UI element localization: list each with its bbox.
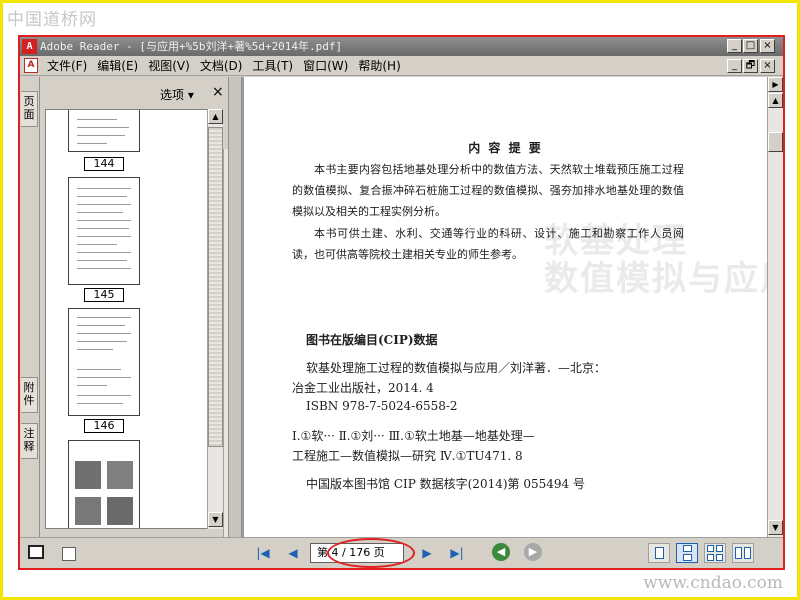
single-page-layout-icon[interactable] [648,543,670,563]
watermark-bottom: www.cndao.com [643,573,783,593]
tab-attachments[interactable]: 附件 [21,377,38,413]
pdf-page: 软基处理 数值模拟与应用 内 容 提 要 本书主要内容包括地基处理分析中的数值方… [244,77,767,537]
adobe-logo-icon: A [22,39,37,54]
cip-line: 中国版本图书馆 CIP 数据核字(2014)第 055494 号 [306,477,585,491]
navigation-tab-strip: 页面 附件 注释 [20,77,40,537]
menu-edit[interactable]: 编辑(E) [92,56,143,76]
screenshot-frame: 中国道桥网 www.cndao.com A Adobe Reader - [与应… [0,0,800,600]
cip-line: 冶金工业出版社，2014. 4 [292,381,434,395]
doc-restore-button[interactable]: 🗗 [743,59,758,73]
watermark-top: 中国道桥网 [7,10,97,30]
document-scroll-thumb[interactable] [768,132,783,152]
page-options-icon[interactable] [62,547,76,561]
tab-comments[interactable]: 注释 [21,423,38,459]
minimize-button[interactable]: _ [727,39,742,53]
cip-line: 软基处理施工过程的数值模拟与应用／刘洋著．—北京： [306,361,607,375]
document-icon[interactable]: A [24,58,38,73]
menu-tools[interactable]: 工具(T) [247,56,298,76]
scroll-right-arrow-icon[interactable]: ▶ [768,77,783,92]
thumbnails-scroll-thumb[interactable] [208,127,223,447]
toggle-nav-pane-icon[interactable] [28,545,44,559]
page-thumbnail-146[interactable] [68,308,140,416]
panel-header: 选项 ▾ × [40,77,228,109]
scroll-up-arrow-icon[interactable]: ▲ [208,109,223,124]
document-scrollbar[interactable]: ▶ ▲ ▼ [767,77,783,537]
title-bar: A Adobe Reader - [与应用+%5b刘洋+著%5d+2014年.p… [20,37,783,56]
doc-minimize-button[interactable]: _ [727,59,742,73]
thumbnails-list[interactable]: 144 145 146 [45,109,213,529]
cip-heading: 图书在版编目(CIP)数据 [306,333,438,347]
scroll-down-arrow-icon[interactable]: ▼ [208,512,223,527]
go-back-icon[interactable]: ◀ [492,543,510,561]
menu-file[interactable]: 文件(F) [42,56,92,76]
options-button[interactable]: 选项 ▾ [160,86,194,103]
cip-line: Ⅰ.①软··· Ⅱ.①刘··· Ⅲ.①软土地基—地基处理— [292,429,535,443]
thumbnails-panel: 选项 ▾ × 144 145 146 [40,77,239,568]
menu-view[interactable]: 视图(V) [143,56,195,76]
document-view[interactable]: 软基处理 数值模拟与应用 内 容 提 要 本书主要内容包括地基处理分析中的数值方… [242,77,767,537]
thumbnail-label: 144 [84,157,124,171]
maximize-button[interactable]: □ [743,39,758,53]
summary-paragraph-2: 本书可供土建、水利、交通等行业的科研、设计、施工和勘察工作人员阅读，也可供高等院… [292,227,684,261]
summary-paragraph-1: 本书主要内容包括地基处理分析中的数值方法、天然软土堆载预压施工过程的数值模拟、复… [292,163,684,218]
previous-page-button[interactable]: ◀ [284,544,302,562]
thumbnail-label: 145 [84,288,124,302]
tab-pages[interactable]: 页面 [21,91,38,127]
cip-line: ISBN 978-7-5024-6558-2 [306,399,458,413]
window-title: Adobe Reader - [与应用+%5b刘洋+著%5d+2014年.pdf… [40,40,343,53]
facing-layout-icon[interactable] [732,543,754,563]
thumbnails-scrollbar-track[interactable]: ▲ ▼ [207,109,223,529]
menu-document[interactable]: 文档(D) [195,56,248,76]
status-bar: |◀ ◀ 第 4 / 176 页 ▶ ▶| ◀ ▶ [20,537,783,568]
last-page-button[interactable]: ▶| [448,544,466,562]
continuous-facing-layout-icon[interactable] [704,543,726,563]
close-button[interactable]: × [760,39,775,53]
page-thumbnail-144[interactable] [68,110,140,152]
doc-close-button[interactable]: × [760,59,775,73]
scroll-up-arrow-icon[interactable]: ▲ [768,93,783,108]
page-thumbnail-145[interactable] [68,177,140,285]
next-page-button[interactable]: ▶ [418,544,436,562]
scroll-down-arrow-icon[interactable]: ▼ [768,520,783,535]
page-indicator-highlight-circle [327,538,415,568]
summary-title: 内 容 提 要 [468,141,543,155]
continuous-layout-icon[interactable] [676,543,698,563]
first-page-button[interactable]: |◀ [254,544,272,562]
panel-splitter[interactable] [228,77,242,537]
menu-help[interactable]: 帮助(H) [353,56,405,76]
adobe-reader-window: A Adobe Reader - [与应用+%5b刘洋+著%5d+2014年.p… [18,35,785,570]
menu-bar: A 文件(F) 编辑(E) 视图(V) 文档(D) 工具(T) 窗口(W) 帮助… [20,56,783,76]
page-thumbnail-147[interactable] [68,440,140,528]
menu-window[interactable]: 窗口(W) [298,56,353,76]
thumbnail-label: 146 [84,419,124,433]
go-forward-icon[interactable]: ▶ [524,543,542,561]
cip-line: 工程施工—数值模拟—研究 Ⅳ.①TU471. 8 [292,449,523,463]
panel-close-button[interactable]: × [212,84,224,100]
